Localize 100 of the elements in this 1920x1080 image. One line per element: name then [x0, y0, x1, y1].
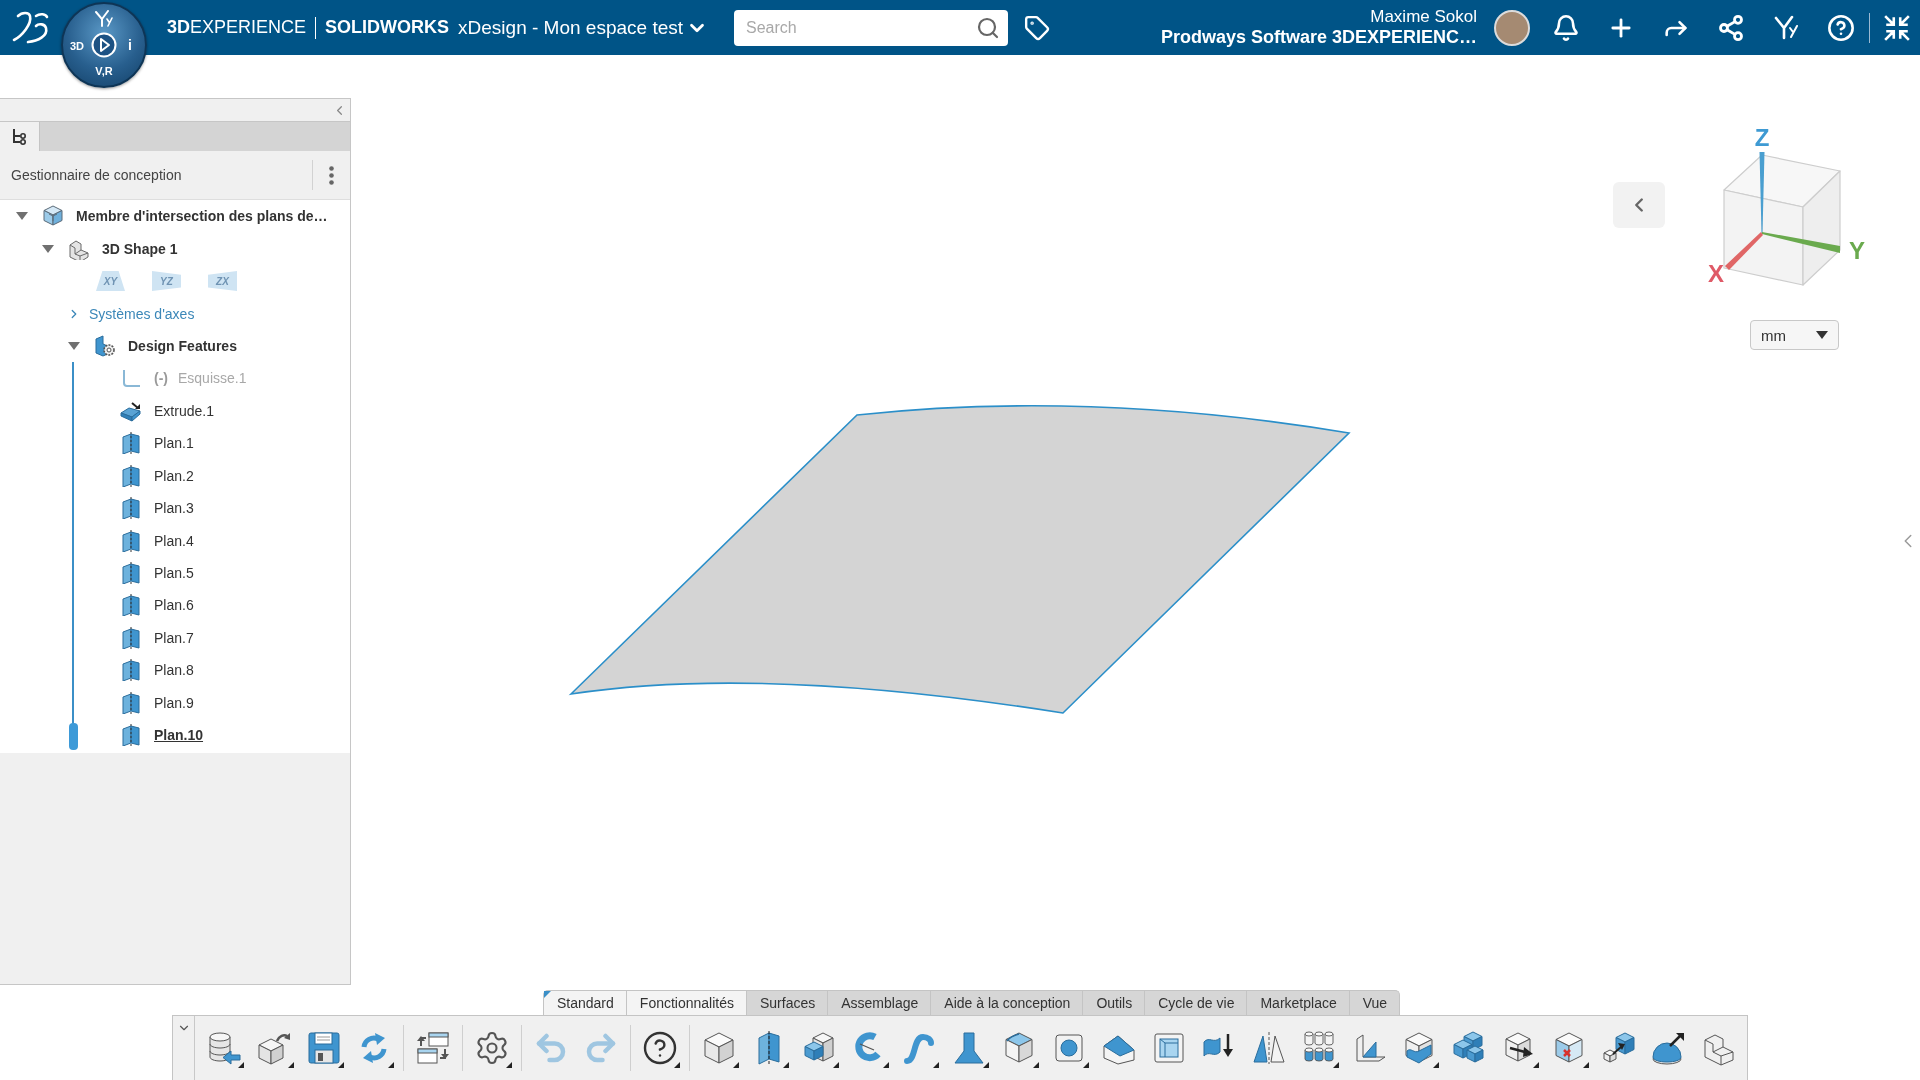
dome-arrow-icon	[1651, 1030, 1687, 1066]
mirrored-shapes-icon	[1251, 1030, 1287, 1066]
caret-down-icon[interactable]	[68, 341, 80, 350]
action-bar-tab[interactable]: Cycle de vie	[1145, 990, 1248, 1015]
caret-down-icon[interactable]	[42, 244, 54, 253]
dropdown-corner-icon[interactable]	[833, 1062, 839, 1068]
panel-icon	[120, 659, 142, 682]
tenant-name[interactable]: Prodways Software 3DEXPERIENC…	[1160, 26, 1477, 49]
cube-icon	[701, 1030, 737, 1066]
platform-name: 3DEXPERIENCE	[167, 17, 307, 38]
panel-icon	[120, 432, 142, 455]
action-bar-tab[interactable]: Surfaces	[747, 990, 829, 1015]
compass-label[interactable]: V,R	[95, 66, 113, 77]
y-axis[interactable]	[1762, 232, 1840, 253]
rollback-marker[interactable]	[69, 723, 78, 750]
dropdown-corner-icon[interactable]	[1533, 1062, 1539, 1068]
windows-swap-icon	[415, 1030, 451, 1066]
dropdown-corner-icon[interactable]	[506, 1062, 512, 1068]
tree-label[interactable]: Membre d'intersection des plans de…	[76, 208, 328, 225]
panel-icon	[120, 464, 142, 487]
dropdown-corner-icon[interactable]	[1583, 1062, 1589, 1068]
space-selector[interactable]: xDesign - Mon espace test	[458, 16, 708, 39]
compass-widget[interactable]: 3D i V,R	[61, 2, 147, 88]
panel-icon	[120, 497, 142, 520]
help-icon	[642, 1030, 678, 1066]
caret-down-icon[interactable]	[16, 212, 28, 221]
dropdown-corner-icon[interactable]	[288, 1062, 294, 1068]
part-cube-icon	[42, 205, 64, 228]
action-bar-tab[interactable]: Vue	[1349, 990, 1401, 1015]
dropdown-corner-icon[interactable]	[1333, 1062, 1339, 1068]
slab-arrow-icon	[120, 399, 142, 422]
gear-icon	[474, 1030, 510, 1066]
dropdown-corner-icon[interactable]	[238, 1062, 244, 1068]
tree-label[interactable]: Plan.1	[154, 435, 194, 452]
search-icon[interactable]	[976, 15, 1000, 40]
panel-icon	[120, 562, 142, 585]
axis-label: X	[1708, 260, 1724, 287]
axis-label: Z	[1754, 124, 1770, 151]
play-icon[interactable]	[91, 32, 117, 58]
panel-icon	[120, 724, 142, 747]
dropdown-corner-icon[interactable]	[1433, 1062, 1439, 1068]
dropdown-corner-icon[interactable]	[338, 1062, 344, 1068]
shrink-arrows-icon[interactable]	[1883, 13, 1911, 42]
action-bar-tab[interactable]: Standard	[543, 990, 627, 1015]
tree-label[interactable]: Plan.9	[154, 694, 194, 711]
tree-label[interactable]: Plan.8	[154, 662, 194, 679]
tree-label[interactable]: Plan.3	[154, 500, 194, 517]
avatar[interactable]	[1494, 9, 1530, 46]
action-bar-tab[interactable]: Marketplace	[1247, 990, 1350, 1015]
dropdown-corner-icon[interactable]	[388, 1062, 394, 1068]
logo-icon[interactable]	[10, 9, 50, 46]
tree-label[interactable]: Plan.5	[154, 565, 194, 582]
dropdown-corner-icon[interactable]	[1083, 1062, 1089, 1068]
suppressed-marker: (-)	[154, 370, 168, 387]
dropdown-corner-icon[interactable]	[933, 1062, 939, 1068]
shape-gear-icon	[94, 334, 116, 357]
dropdown-corner-icon[interactable]	[883, 1062, 889, 1068]
dropdown-corner-icon[interactable]	[783, 1062, 789, 1068]
view-cube-drawing[interactable]	[1723, 154, 1841, 286]
action-bar-tab[interactable]: Fonctionnalités	[626, 990, 747, 1015]
kebab-icon	[329, 165, 334, 185]
box-arrow-icon	[256, 1030, 292, 1066]
tree-label[interactable]: Design Features	[128, 337, 237, 354]
tree-label[interactable]: Plan.10	[154, 727, 204, 744]
dropdown-corner-icon[interactable]	[983, 1062, 989, 1068]
action-bar-tab[interactable]: Outils	[1083, 990, 1146, 1015]
dropdown-corner-icon[interactable]	[674, 1062, 680, 1068]
user-name: Maxime Sokol	[1370, 6, 1477, 27]
figure-icon[interactable]	[1772, 13, 1800, 42]
search-field[interactable]: Search	[734, 9, 1008, 46]
dropdown-corner-icon[interactable]	[1033, 1062, 1039, 1068]
unit-select[interactable]: mm	[1750, 320, 1839, 350]
tree-label[interactable]: 3D Shape 1	[102, 240, 178, 257]
x-axis[interactable]	[1725, 232, 1763, 270]
tree-label[interactable]: Plan.7	[154, 629, 194, 646]
tree-label[interactable]: Plan.2	[154, 467, 194, 484]
help-icon[interactable]	[1827, 13, 1855, 42]
corner-bracket-icon	[120, 367, 142, 390]
z-axis[interactable]	[1759, 152, 1765, 233]
compass-label[interactable]: 3D	[70, 41, 85, 52]
panel-icon	[120, 626, 142, 649]
panel-icon	[120, 594, 142, 617]
tree-label[interactable]: Systèmes d'axes	[89, 305, 195, 322]
panel-title: Gestionnaire de conception	[11, 167, 183, 183]
bell-icon[interactable]	[1552, 13, 1580, 42]
pillar-icon	[951, 1030, 987, 1066]
figure-icon[interactable]	[94, 10, 114, 28]
tag-icon[interactable]	[1024, 14, 1050, 41]
share-nodes-icon[interactable]	[1717, 13, 1745, 42]
tree-label[interactable]: Plan.6	[154, 597, 194, 614]
panel-icon	[120, 691, 142, 714]
action-bar-tab[interactable]: Aide à la conception	[931, 990, 1084, 1015]
dropdown-corner-icon[interactable]	[733, 1062, 739, 1068]
tree-tab[interactable]	[0, 122, 40, 151]
action-bar-tab[interactable]: Assemblage	[828, 990, 932, 1015]
hollow-box-icon	[1151, 1030, 1187, 1066]
tree-label[interactable]: Plan.4	[154, 532, 194, 549]
compass-label[interactable]: i	[128, 38, 132, 52]
tree-label[interactable]: Extrude.1	[154, 402, 214, 419]
caret-down-icon	[1816, 331, 1828, 339]
